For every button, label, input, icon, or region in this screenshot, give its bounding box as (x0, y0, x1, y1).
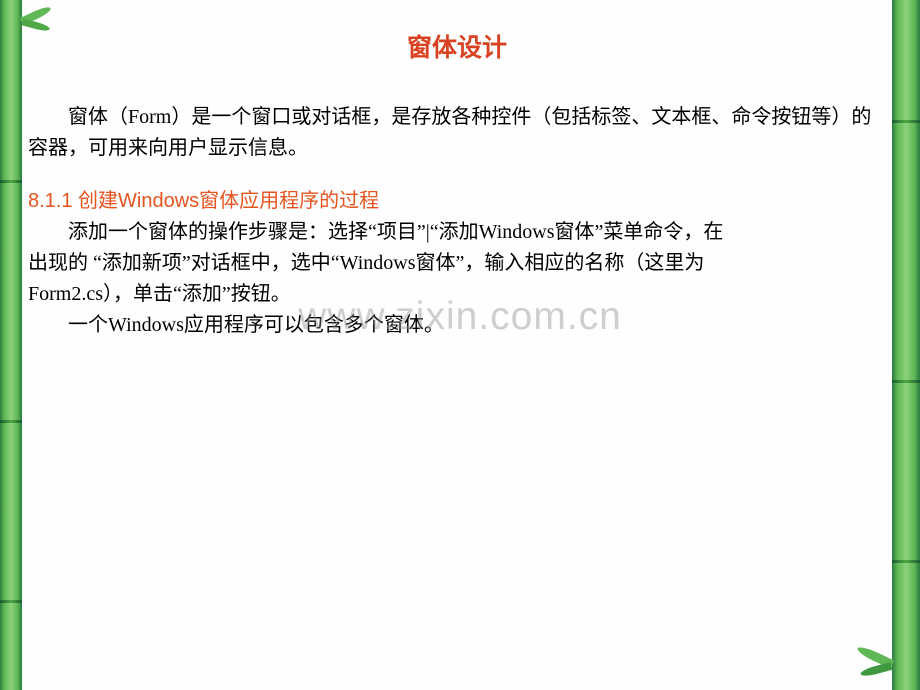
intro-paragraph: 窗体（Form）是一个窗口或对话框，是存放各种控件（包括标签、文本框、命令按钮等… (28, 102, 886, 164)
steps-line-2: 出现的 “添加新项”对话框中，选中“Windows窗体”，输入相应的名称（这里为 (28, 248, 886, 279)
bamboo-right-decoration (892, 0, 920, 690)
page-title: 窗体设计 (28, 28, 886, 64)
steps-paragraph: 添加一个窗体的操作步骤是：选择“项目”|“添加Windows窗体”菜单命令，在 … (28, 217, 886, 341)
content-area: 窗体设计 窗体（Form）是一个窗口或对话框，是存放各种控件（包括标签、文本框、… (22, 0, 892, 341)
bamboo-left-decoration (0, 0, 22, 690)
bamboo-left-node (0, 600, 22, 603)
steps-line-1: 添加一个窗体的操作步骤是：选择“项目”|“添加Windows窗体”菜单命令，在 (28, 217, 886, 248)
bamboo-right-node (892, 560, 920, 563)
steps-line-3: Form2.cs），单击“添加”按钮。 (28, 279, 886, 310)
leaf-right-decoration (846, 650, 896, 680)
note-paragraph: 一个Windows应用程序可以包含多个窗体。 (28, 310, 886, 341)
section-heading: 8.1.1 创建Windows窗体应用程序的过程 (28, 186, 886, 217)
